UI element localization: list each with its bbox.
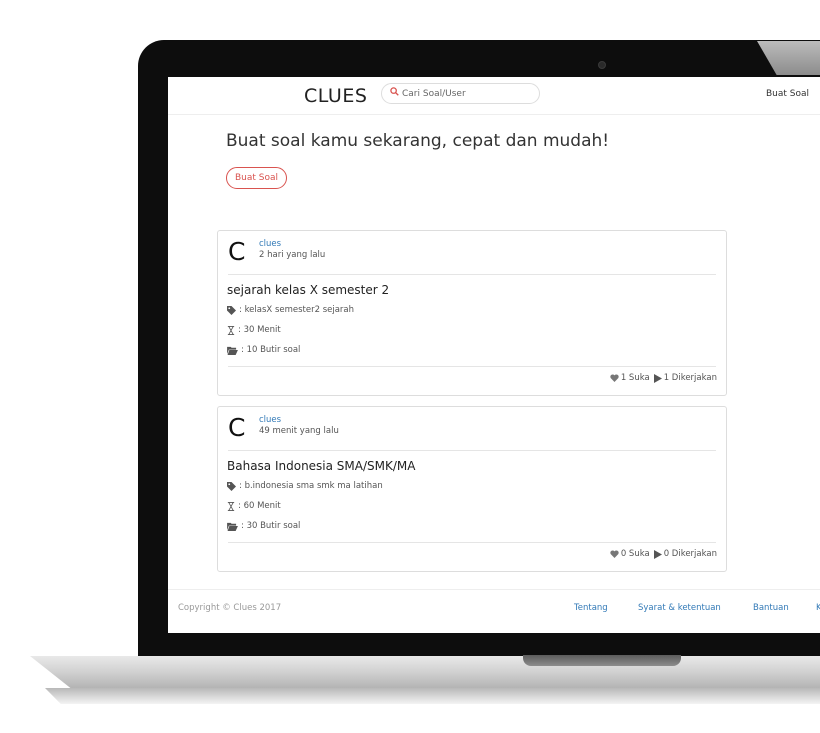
divider (228, 274, 716, 275)
tag-icon (227, 481, 236, 491)
copyright-text: Copyright © Clues 2017 (178, 603, 282, 613)
laptop-notch (523, 655, 681, 666)
divider (228, 542, 716, 543)
done-count: 0 Dikerjakan (663, 549, 717, 559)
play-icon (653, 549, 662, 559)
quiz-tags: : b.indonesia sma smk ma latihan (227, 481, 383, 491)
buat-soal-button[interactable]: Buat Soal (226, 167, 288, 189)
tag-icon (227, 305, 236, 315)
laptop-base-shadow (45, 688, 820, 704)
quiz-tags: : kelasX semester2 sejarah (227, 305, 354, 315)
avatar[interactable]: C (228, 413, 245, 442)
divider (228, 450, 716, 451)
likes-count: 1 Suka (620, 373, 650, 383)
tags-text: : kelasX semester2 sejarah (239, 305, 355, 315)
search-box[interactable] (381, 83, 540, 104)
folder-open-icon (227, 522, 238, 531)
quiz-title[interactable]: sejarah kelas X semester 2 (227, 283, 389, 297)
camera-icon (598, 61, 606, 69)
search-input[interactable] (402, 86, 532, 101)
quiz-card[interactable]: C clues 49 menit yang lalu Bahasa Indone… (217, 406, 727, 572)
quiz-duration: : 30 Menit (227, 325, 281, 335)
folder-open-icon (227, 346, 238, 355)
heart-icon[interactable] (610, 374, 619, 382)
footer: Copyright © Clues 2017 Tentang Syarat & … (168, 589, 820, 633)
likes-count: 0 Suka (620, 549, 650, 559)
brand-logo[interactable]: CLUES (304, 85, 367, 107)
quiz-title[interactable]: Bahasa Indonesia SMA/SMK/MA (227, 459, 415, 473)
questions-text: : 30 Butir soal (241, 521, 301, 531)
hourglass-icon (227, 501, 235, 511)
author-link[interactable]: clues (259, 239, 281, 249)
duration-text: : 60 Menit (238, 501, 281, 511)
quiz-questions: : 10 Butir soal (227, 345, 300, 355)
questions-text: : 10 Butir soal (241, 345, 301, 355)
quiz-stats: 1 Suka 1 Dikerjakan (606, 373, 717, 383)
browser-screen: CLUES Buat Soal Buat soal kamu sekarang,… (168, 77, 820, 633)
footer-link-bantuan[interactable]: Bantuan (753, 603, 789, 613)
quiz-duration: : 60 Menit (227, 501, 281, 511)
page-headline: Buat soal kamu sekarang, cepat dan mudah… (226, 131, 610, 151)
post-time: 49 menit yang lalu (259, 426, 339, 436)
heart-icon[interactable] (610, 550, 619, 558)
footer-link-syarat[interactable]: Syarat & ketentuan (638, 603, 721, 613)
hourglass-icon (227, 325, 235, 335)
nav-buat-soal-link[interactable]: Buat Soal (766, 89, 809, 99)
footer-link-tentang[interactable]: Tentang (574, 603, 608, 613)
author-link[interactable]: clues (259, 415, 281, 425)
duration-text: : 30 Menit (238, 325, 281, 335)
footer-link-cut[interactable]: K (816, 603, 820, 613)
quiz-stats: 0 Suka 0 Dikerjakan (606, 549, 717, 559)
tags-text: : b.indonesia sma smk ma latihan (239, 481, 383, 491)
divider (228, 366, 716, 367)
search-icon (390, 87, 399, 96)
done-count: 1 Dikerjakan (663, 373, 717, 383)
post-time: 2 hari yang lalu (259, 250, 326, 260)
quiz-questions: : 30 Butir soal (227, 521, 300, 531)
top-navbar: CLUES Buat Soal (168, 77, 820, 115)
play-icon (653, 373, 662, 383)
quiz-card[interactable]: C clues 2 hari yang lalu sejarah kelas X… (217, 230, 727, 396)
avatar[interactable]: C (228, 237, 245, 266)
